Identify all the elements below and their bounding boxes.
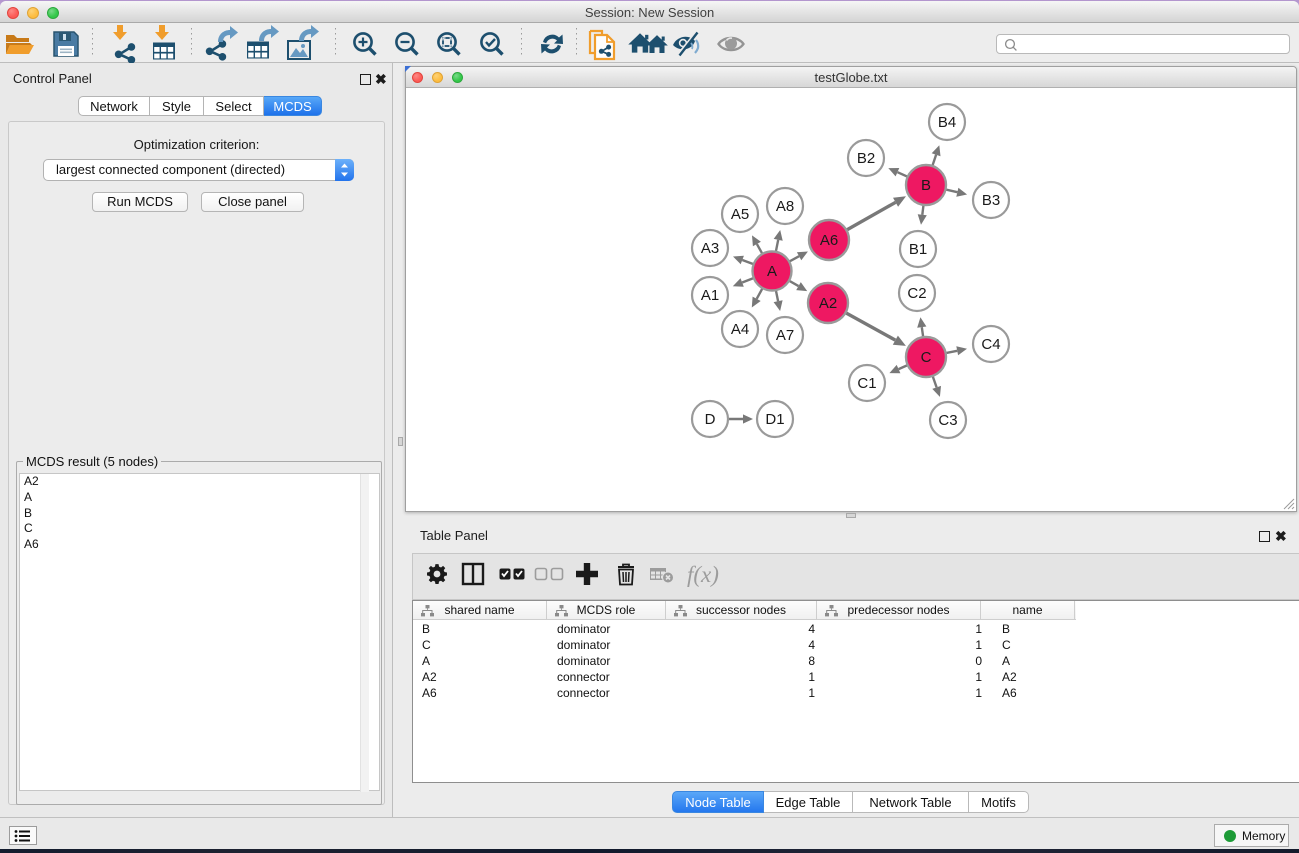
- svg-text:A: A: [767, 263, 777, 280]
- svg-text:A7: A7: [776, 327, 794, 344]
- svg-text:A4: A4: [731, 321, 749, 338]
- svg-text:D: D: [705, 411, 716, 428]
- svg-text:A5: A5: [731, 206, 749, 223]
- svg-text:B2: B2: [857, 150, 875, 167]
- svg-text:A6: A6: [820, 232, 838, 249]
- svg-text:A8: A8: [776, 198, 794, 215]
- svg-text:C4: C4: [981, 336, 1000, 353]
- svg-text:A2: A2: [819, 295, 837, 312]
- svg-text:B1: B1: [909, 241, 927, 258]
- svg-text:C1: C1: [857, 375, 876, 392]
- svg-text:B4: B4: [938, 114, 956, 131]
- svg-text:B: B: [921, 177, 931, 194]
- svg-text:D1: D1: [765, 411, 784, 428]
- svg-text:f(x): f(x): [687, 562, 719, 587]
- svg-text:C2: C2: [907, 285, 926, 302]
- svg-text:A3: A3: [701, 240, 719, 257]
- svg-text:A1: A1: [701, 287, 719, 304]
- svg-text:B3: B3: [982, 192, 1000, 209]
- svg-text:C3: C3: [938, 412, 957, 429]
- svg-text:C: C: [921, 349, 932, 366]
